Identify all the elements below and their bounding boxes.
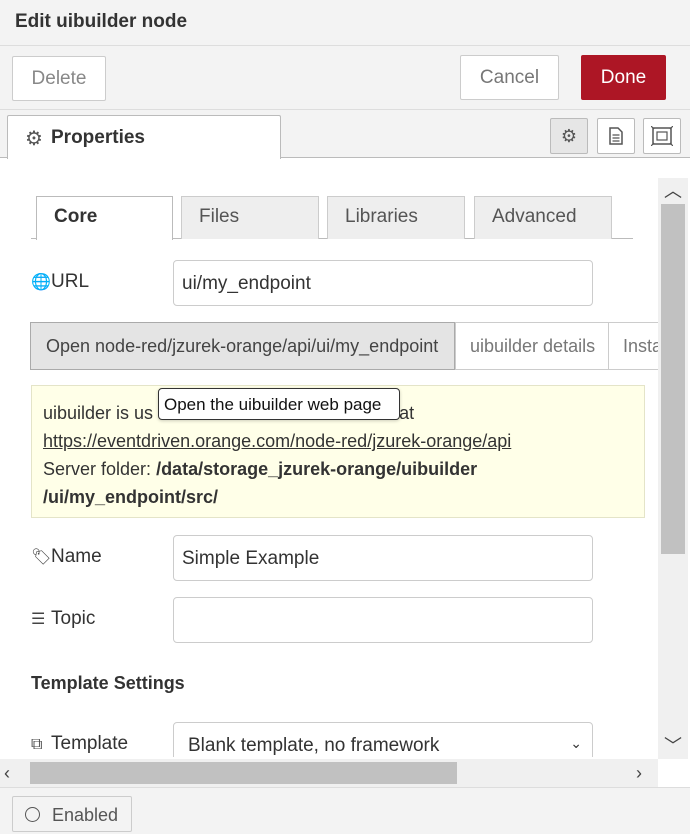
- url-input[interactable]: ui/my_endpoint: [173, 260, 593, 306]
- template-settings-heading: Template Settings: [31, 673, 185, 693]
- tab-core[interactable]: Core: [36, 196, 173, 240]
- appearance-button[interactable]: [643, 118, 681, 154]
- template-label-row: ⧉ Template: [31, 733, 128, 755]
- name-input[interactable]: Simple Example: [173, 535, 593, 581]
- enabled-toggle[interactable]: Enabled: [12, 796, 132, 832]
- scroll-up-icon[interactable]: ︿: [658, 178, 688, 204]
- topic-label-row: ☰ Topic: [31, 608, 95, 630]
- topic-input[interactable]: [173, 597, 593, 643]
- url-label-row: 🌐URL: [31, 271, 89, 293]
- cancel-button[interactable]: Cancel: [460, 55, 559, 100]
- horizontal-scroll-thumb[interactable]: [30, 762, 457, 784]
- vertical-scrollbar[interactable]: ︿ ﹀: [658, 178, 688, 759]
- delete-button[interactable]: Delete: [12, 56, 106, 101]
- info-line1-prefix: uibuilder is us: [43, 403, 154, 423]
- properties-gear-button[interactable]: ⚙: [550, 118, 588, 154]
- open-web-page-button[interactable]: Open node-red/jzurek-orange/api/ui/my_en…: [30, 322, 455, 370]
- url-label: URL: [51, 271, 90, 292]
- uibuilder-details-button[interactable]: uibuilder details: [455, 322, 609, 370]
- panel-tabs: ⚙ Properties ⚙: [0, 110, 690, 159]
- info-url-link[interactable]: https://eventdriven.orange.com/node-red/…: [43, 431, 511, 451]
- done-button[interactable]: Done: [581, 55, 666, 100]
- tooltip: Open the uibuilder web page: [158, 388, 400, 420]
- dialog-footer: Enabled: [0, 787, 690, 834]
- server-folder-path-1: /data/storage_jzurek-orange/uibuilder: [156, 459, 478, 479]
- dialog-title: Edit uibuilder node: [15, 11, 188, 32]
- tab-properties[interactable]: ⚙ Properties: [7, 115, 281, 159]
- topic-label: Topic: [51, 608, 96, 629]
- chevron-down-icon: ⌄: [570, 735, 582, 751]
- instances-button[interactable]: Insta: [608, 322, 658, 370]
- tab-libraries[interactable]: Libraries: [327, 196, 465, 239]
- horizontal-scrollbar[interactable]: ‹ ›: [0, 759, 658, 787]
- tasks-icon: ☰: [31, 611, 46, 628]
- template-select-value: Blank template, no framework: [188, 735, 440, 756]
- dialog-titlebar: Edit uibuilder node: [0, 0, 690, 46]
- name-label: Name: [51, 546, 102, 567]
- tab-properties-label: Properties: [51, 127, 145, 148]
- dialog-toolbar: Delete Cancel Done: [0, 46, 690, 110]
- gear-icon: ⚙: [560, 126, 578, 146]
- server-folder-path-2: /ui/my_endpoint/src/: [43, 487, 219, 507]
- template-select[interactable]: Blank template, no framework ⌄: [173, 722, 593, 757]
- inner-tabs: Core Files Libraries Advanced: [31, 196, 633, 240]
- name-label-row: 🏷Name: [31, 546, 102, 568]
- template-label: Template: [51, 733, 129, 754]
- globe-icon: 🌐: [31, 274, 51, 291]
- scroll-right-icon[interactable]: ›: [636, 759, 658, 787]
- gear-icon: ⚙: [25, 128, 43, 150]
- frame-icon: [650, 125, 674, 147]
- clone-icon: ⧉: [31, 736, 43, 753]
- properties-content: Core Files Libraries Advanced 🌐URL ui/my…: [0, 159, 658, 757]
- description-button[interactable]: [597, 118, 635, 154]
- tab-files[interactable]: Files: [181, 196, 319, 239]
- enabled-label: Enabled: [52, 805, 119, 825]
- circle-icon: [25, 807, 40, 822]
- tag-icon: 🏷: [31, 549, 52, 566]
- tab-advanced[interactable]: Advanced: [474, 196, 612, 239]
- vertical-scroll-thumb[interactable]: [661, 204, 685, 554]
- document-icon: [609, 127, 623, 145]
- server-folder-label: Server folder:: [43, 459, 152, 479]
- info-line1-suffix: at: [399, 403, 415, 423]
- scroll-down-icon[interactable]: ﹀: [658, 733, 688, 759]
- scroll-left-icon[interactable]: ‹: [4, 759, 26, 787]
